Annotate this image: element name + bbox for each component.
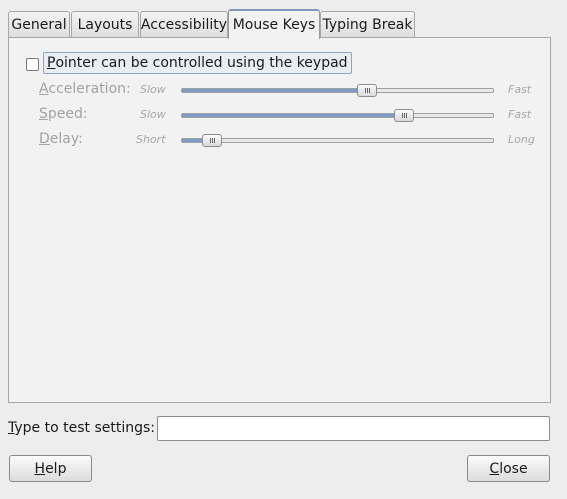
- close-button[interactable]: Close: [467, 455, 550, 482]
- tab-accessibility-label: Accessibility: [140, 16, 228, 33]
- speed-min-label: Slow: [140, 108, 166, 121]
- pointer-keypad-checkbox[interactable]: [26, 58, 39, 71]
- tab-accessibility[interactable]: Accessibility: [140, 11, 228, 37]
- mouse-keys-panel: Pointer can be controlled using the keyp…: [8, 37, 551, 403]
- test-settings-input[interactable]: [157, 416, 550, 441]
- delay-label-text: elay:: [49, 131, 83, 147]
- tab-typing-break[interactable]: Typing Break: [320, 11, 415, 37]
- close-mnemonic: C: [489, 460, 500, 477]
- acceleration-mnemonic: A: [39, 81, 49, 97]
- help-mnemonic: H: [34, 460, 46, 477]
- close-label: lose: [499, 460, 528, 477]
- tab-mouse-keys[interactable]: Mouse Keys: [228, 9, 320, 39]
- speed-slider-handle[interactable]: [394, 109, 414, 122]
- speed-label: Speed:: [39, 106, 88, 122]
- acceleration-min-label: Slow: [140, 83, 166, 96]
- speed-mnemonic: S: [39, 106, 48, 122]
- acceleration-slider[interactable]: [181, 84, 494, 97]
- speed-max-label: Fast: [508, 108, 532, 121]
- acceleration-label: Acceleration:: [39, 81, 131, 97]
- tab-typing-break-label: Typing Break: [322, 16, 413, 33]
- acceleration-label-text: cceleration:: [48, 81, 131, 97]
- pointer-keypad-mnemonic: P: [47, 55, 56, 71]
- acceleration-slider-handle[interactable]: [357, 84, 377, 97]
- delay-slider[interactable]: [181, 134, 494, 147]
- help-button[interactable]: Help: [9, 455, 92, 482]
- delay-max-label: Long: [508, 133, 535, 146]
- test-settings-label: Type to test settings:: [8, 420, 155, 436]
- delay-slider-handle[interactable]: [202, 134, 222, 147]
- pointer-keypad-label[interactable]: Pointer can be controlled using the keyp…: [43, 52, 352, 74]
- speed-label-text: peed:: [47, 106, 88, 122]
- tab-mouse-keys-label: Mouse Keys: [232, 17, 316, 33]
- delay-min-label: Short: [136, 133, 166, 146]
- speed-slider-fill: [182, 114, 404, 117]
- pointer-keypad-label-text: ointer can be controlled using the keypa…: [55, 55, 348, 71]
- tab-general[interactable]: General: [8, 11, 70, 37]
- test-settings-label-text: ype to test settings:: [14, 420, 155, 436]
- acceleration-max-label: Fast: [508, 83, 532, 96]
- speed-slider[interactable]: [181, 109, 494, 122]
- tab-general-label: General: [11, 16, 67, 33]
- tab-layouts[interactable]: Layouts: [71, 11, 139, 37]
- delay-mnemonic: D: [39, 131, 50, 147]
- tab-layouts-label: Layouts: [77, 16, 133, 33]
- help-label: elp: [45, 460, 67, 477]
- acceleration-slider-fill: [182, 89, 367, 92]
- delay-label: Delay:: [39, 131, 83, 147]
